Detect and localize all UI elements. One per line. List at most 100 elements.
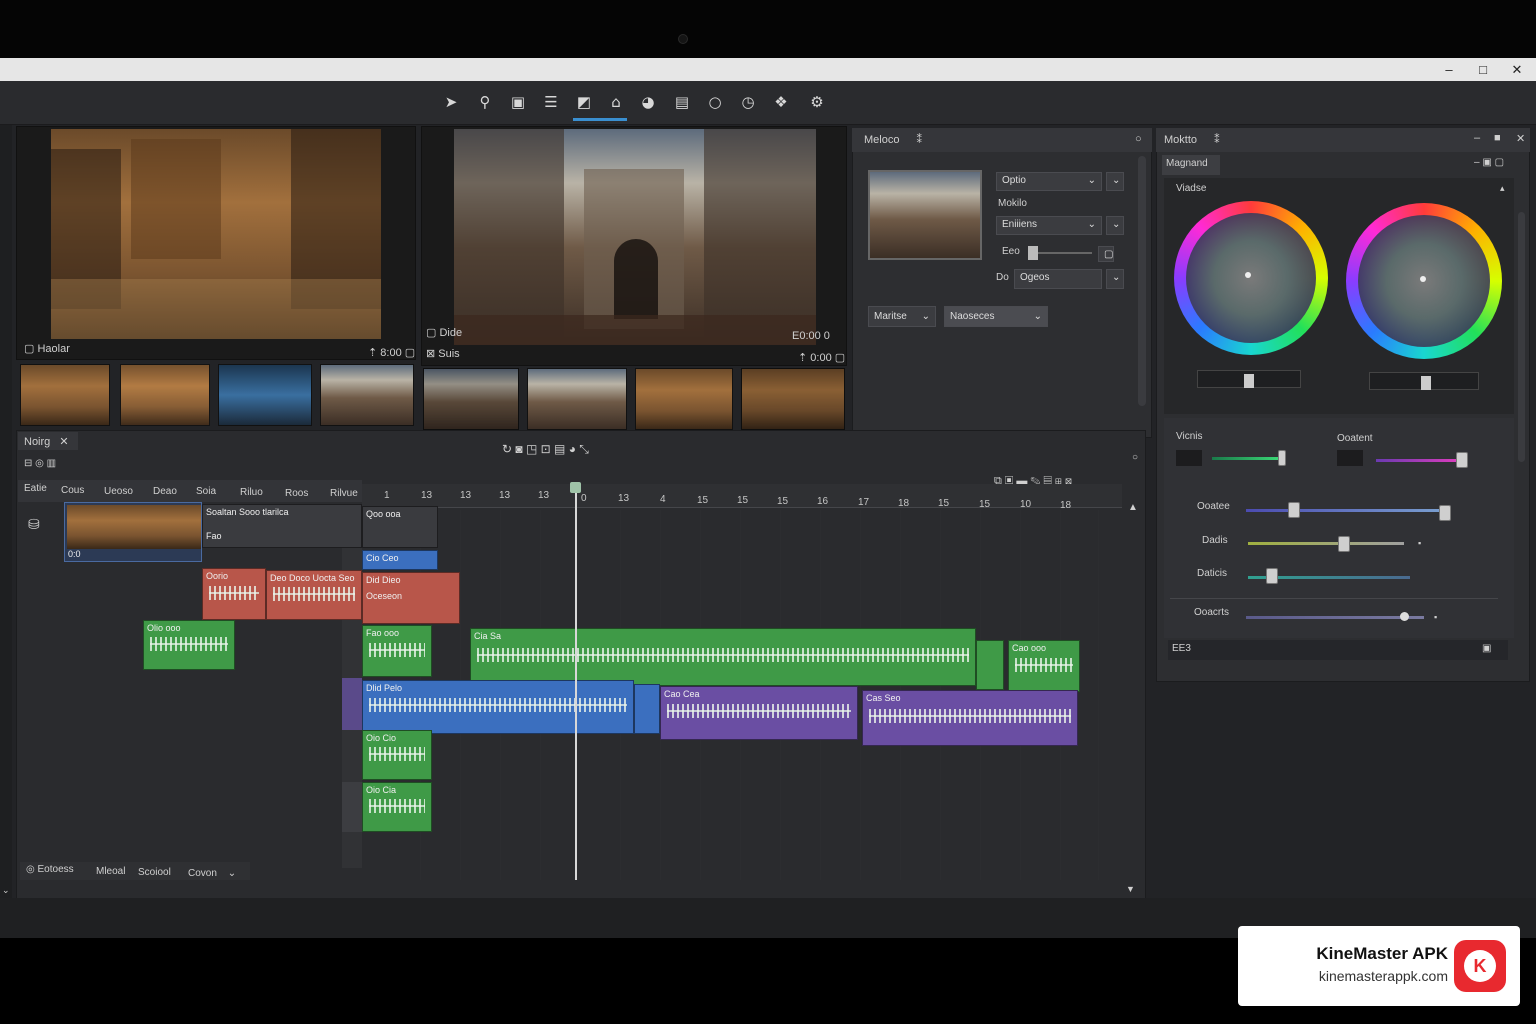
timeline-tool-icons[interactable]: ↻ ◙ ◳ ⊡ ▤ ◕ ⤡ <box>502 442 589 457</box>
audio-clip-purple[interactable]: Cao Cea <box>660 686 858 740</box>
audio-clip-blue[interactable]: Dlid Pelo <box>362 680 634 734</box>
track-lock-icon[interactable]: ⛁ <box>28 516 40 533</box>
audio-clip-purple[interactable]: Cas Seo <box>862 690 1078 746</box>
color-wheel-right-handle[interactable] <box>1420 276 1426 282</box>
clock-icon[interactable]: ◷ <box>737 91 759 113</box>
film-icon[interactable]: ▤ <box>671 91 693 113</box>
footer-tab[interactable]: Covon ⌄ <box>188 868 236 879</box>
audio-clip-green[interactable]: Olio ooo <box>143 620 235 670</box>
media-field-2-toggle[interactable]: ⌄ <box>1106 269 1124 289</box>
media-slider-knob[interactable] <box>1028 246 1038 260</box>
track-header[interactable]: Riluo <box>240 487 263 498</box>
track-header[interactable]: Cous <box>61 485 84 496</box>
preset-dropdown[interactable]: Eniiiens ⌄ <box>996 216 1102 235</box>
playhead-handle[interactable] <box>570 482 581 493</box>
row-2-knob[interactable] <box>1338 536 1350 552</box>
image-icon[interactable]: ▣ <box>507 91 529 113</box>
track-header[interactable]: Soia <box>196 486 216 497</box>
row-3-knob[interactable] <box>1266 568 1278 584</box>
timeline-scroll-down-icon[interactable]: ▼ <box>1126 884 1135 894</box>
timeline-settings-icon[interactable]: ○ <box>1132 452 1138 463</box>
track-header[interactable]: Eatie <box>24 483 47 494</box>
home-icon[interactable]: ⌂ <box>605 91 627 113</box>
option-dropdown-toggle[interactable]: ⌄ <box>1106 172 1124 191</box>
color-panel-close-icon[interactable]: ✕ <box>1516 132 1525 145</box>
close-button[interactable]: ✕ <box>1506 61 1528 79</box>
video-clip-end[interactable]: Qoo ooa <box>362 506 438 548</box>
footer-tab[interactable]: Mleoal <box>96 866 125 877</box>
color-wheel-left-handle[interactable] <box>1245 272 1251 278</box>
search-icon[interactable]: ⚲ <box>474 91 496 113</box>
wheel-right-slider-knob[interactable] <box>1421 376 1431 390</box>
row-4-reset-icon[interactable]: ▪ <box>1434 612 1437 622</box>
maximize-button[interactable]: □ <box>1472 61 1494 79</box>
media-thumbnail[interactable] <box>635 368 733 430</box>
row-1-knob-a[interactable] <box>1288 502 1300 518</box>
row-4-knob[interactable] <box>1400 612 1409 621</box>
footer-tab[interactable]: Scoiool <box>138 867 171 878</box>
media-field-2-input[interactable]: Ogeos <box>1014 269 1102 289</box>
row-1-knob-b[interactable] <box>1439 505 1451 521</box>
row-1-track[interactable] <box>1246 509 1446 512</box>
cursor-icon[interactable]: ➤ <box>440 91 462 113</box>
color-panel-maximize-icon[interactable]: ■ <box>1494 132 1501 144</box>
timeline-view-icons[interactable]: ⊟ ◎ ▥ <box>24 458 56 469</box>
audio-clip-green[interactable] <box>976 640 1004 690</box>
media-thumbnail[interactable] <box>527 368 627 430</box>
audio-clip-green[interactable]: Oio Cio <box>362 730 432 780</box>
media-panel-close-icon[interactable]: ○ <box>1135 133 1142 145</box>
row-4-track[interactable] <box>1246 616 1424 619</box>
share-icon[interactable]: ⚙ <box>806 91 828 113</box>
slider-1-track[interactable] <box>1212 457 1286 460</box>
program-preview[interactable] <box>421 126 847 366</box>
video-clip-title[interactable]: Soaltan Sooo tlarilca Fao <box>202 504 362 548</box>
row-2-reset-icon[interactable]: ▪ <box>1418 538 1421 548</box>
slider-2-knob[interactable] <box>1456 452 1468 468</box>
track-header[interactable]: Rilvue <box>330 488 358 499</box>
zoom-icon[interactable]: ○ <box>704 91 726 113</box>
minimize-button[interactable]: – <box>1438 61 1460 79</box>
audio-clip-red[interactable]: Oorio <box>202 568 266 620</box>
audio-clip-blue-end[interactable] <box>634 684 660 734</box>
media-thumbnail[interactable] <box>320 364 414 426</box>
maritse-dropdown[interactable]: Maritse ⌄ <box>868 306 936 327</box>
overlay-clip-blue-small[interactable]: Cio Ceo <box>362 550 438 570</box>
track-header[interactable]: Roos <box>285 488 308 499</box>
color-wheel-left-center[interactable] <box>1186 213 1316 343</box>
color-panel-scrollbar[interactable] <box>1518 212 1525 462</box>
media-slider-reset-icon[interactable]: ▢ <box>1098 246 1114 262</box>
naoseces-dropdown[interactable]: Naoseces ⌄ <box>944 306 1048 327</box>
color-panel-minimize-icon[interactable]: – <box>1474 132 1480 144</box>
palette-icon[interactable]: ◕ <box>637 91 659 113</box>
track-header[interactable]: Deao <box>153 486 177 497</box>
audio-clip-green[interactable]: Cao ooo <box>1008 640 1080 692</box>
video-clip-main[interactable]: 0:0 <box>64 502 202 562</box>
color-panel-footer-icon[interactable]: ▣ <box>1482 643 1491 654</box>
audio-clip-green-long[interactable]: Cia Sa <box>470 628 976 686</box>
left-collapse-icon[interactable]: ⌄ <box>2 885 10 896</box>
row-2-track[interactable] <box>1248 542 1404 545</box>
collapse-icon[interactable]: ▴ <box>1500 183 1505 194</box>
playhead[interactable] <box>575 488 577 880</box>
preset-dropdown-toggle[interactable]: ⌄ <box>1106 216 1124 235</box>
media-thumbnail[interactable] <box>20 364 110 426</box>
list-icon[interactable]: ☰ <box>540 91 562 113</box>
effects-icon[interactable]: ❖ <box>770 91 792 113</box>
footer-tab[interactable]: ◎ Eotoess <box>26 864 74 875</box>
media-panel-scrollbar[interactable] <box>1138 156 1146 406</box>
slider-1-knob[interactable] <box>1278 450 1286 466</box>
audio-clip-red[interactable]: Did Dieo Oceseon <box>362 572 460 624</box>
track-header[interactable]: Ueoso <box>104 486 133 497</box>
slider-2-track[interactable] <box>1376 459 1462 462</box>
media-thumbnail[interactable] <box>423 368 519 430</box>
source-preview[interactable] <box>16 126 416 360</box>
media-icon[interactable]: ◩ <box>573 91 595 113</box>
timeline-scroll-up-icon[interactable]: ▲ <box>1128 502 1138 513</box>
media-thumbnail[interactable] <box>218 364 312 426</box>
wheel-left-slider-knob[interactable] <box>1244 374 1254 388</box>
media-thumbnail[interactable] <box>741 368 845 430</box>
media-thumbnail[interactable] <box>120 364 210 426</box>
option-dropdown[interactable]: Optio ⌄ <box>996 172 1102 191</box>
audio-clip-red[interactable]: Deo Doco Uocta Seo <box>266 570 362 620</box>
audio-clip-green[interactable]: Oio Cia <box>362 782 432 832</box>
